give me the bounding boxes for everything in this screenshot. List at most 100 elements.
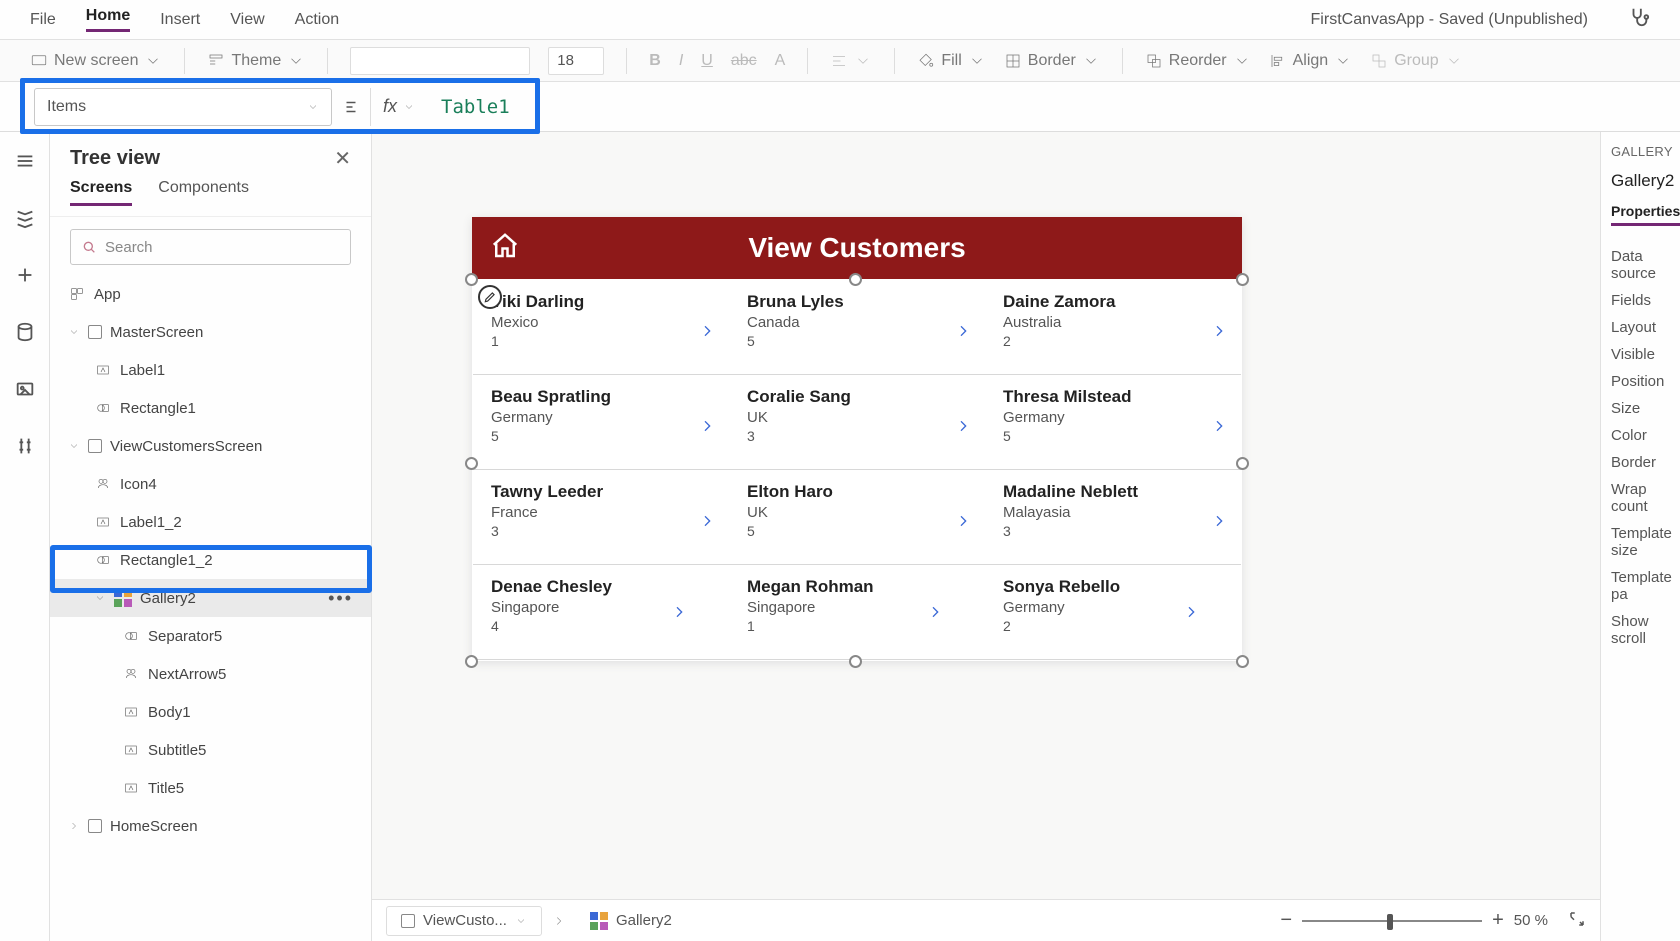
gallery-cell[interactable]: Viki DarlingMexico1 xyxy=(473,280,729,375)
property-dropdown[interactable]: Items xyxy=(34,88,332,126)
tab-properties[interactable]: Properties xyxy=(1611,203,1680,226)
resize-handle[interactable] xyxy=(1236,655,1249,668)
strikethrough-button[interactable]: abc xyxy=(731,52,757,70)
fx-button[interactable]: fx xyxy=(370,88,427,126)
reorder-button[interactable]: Reorder xyxy=(1145,52,1251,70)
props-row[interactable]: Visible xyxy=(1611,336,1670,363)
underline-button[interactable]: U xyxy=(701,52,713,70)
checkbox-icon[interactable] xyxy=(88,325,102,339)
next-arrow-icon[interactable] xyxy=(1211,415,1227,442)
node-gallery2[interactable]: Gallery2 ••• xyxy=(50,579,371,617)
node-label1[interactable]: Label1 xyxy=(50,351,371,389)
menu-file[interactable]: File xyxy=(30,11,56,29)
props-row[interactable]: Layout xyxy=(1611,309,1670,336)
next-arrow-icon[interactable] xyxy=(1211,320,1227,347)
resize-handle[interactable] xyxy=(465,457,478,470)
menu-view[interactable]: View xyxy=(230,11,264,29)
props-row[interactable]: Template size xyxy=(1611,515,1670,559)
font-color-button[interactable]: A xyxy=(775,52,786,70)
gallery-cell[interactable]: Bruna LylesCanada5 xyxy=(729,280,985,375)
next-arrow-icon[interactable] xyxy=(955,415,971,442)
next-arrow-icon[interactable] xyxy=(955,510,971,537)
more-icon[interactable]: ••• xyxy=(328,588,353,609)
node-viewcustomers[interactable]: ViewCustomersScreen xyxy=(50,427,371,465)
node-nextarrow5[interactable]: NextArrow5 xyxy=(50,655,371,693)
gallery-cell[interactable]: Tawny LeederFrance3 xyxy=(473,470,729,565)
node-homescreen[interactable]: HomeScreen xyxy=(50,807,371,845)
node-separator5[interactable]: Separator5 xyxy=(50,617,371,655)
props-row[interactable]: Wrap count xyxy=(1611,471,1670,515)
node-body1[interactable]: Body1 xyxy=(50,693,371,731)
tab-screens[interactable]: Screens xyxy=(70,179,132,206)
props-row[interactable]: Color xyxy=(1611,417,1670,444)
breadcrumb-screen[interactable]: ViewCusto... xyxy=(386,906,542,936)
gallery-cell[interactable]: Sonya RebelloGermany2 xyxy=(985,565,1241,660)
next-arrow-icon[interactable] xyxy=(1183,601,1199,628)
bold-button[interactable]: B xyxy=(649,52,661,70)
next-arrow-icon[interactable] xyxy=(699,510,715,537)
node-app[interactable]: App xyxy=(50,275,371,313)
data-icon[interactable] xyxy=(14,321,36,348)
gallery-cell[interactable]: Megan RohmanSingapore1 xyxy=(729,565,985,660)
node-title5[interactable]: Title5 xyxy=(50,769,371,807)
group-button[interactable]: Group xyxy=(1370,52,1462,70)
node-label1-2[interactable]: Label1_2 xyxy=(50,503,371,541)
media-icon[interactable] xyxy=(14,378,36,405)
props-row[interactable]: Template pa xyxy=(1611,559,1670,603)
formula-input[interactable]: Table1 xyxy=(427,96,510,118)
node-masterscreen[interactable]: MasterScreen xyxy=(50,313,371,351)
gallery-cell[interactable]: Elton HaroUK5 xyxy=(729,470,985,565)
resize-handle[interactable] xyxy=(1236,457,1249,470)
format-text-icon[interactable] xyxy=(342,98,360,116)
gallery-control[interactable]: Viki DarlingMexico1Bruna LylesCanada5Dai… xyxy=(472,279,1242,661)
breadcrumb-control[interactable]: Gallery2 xyxy=(576,906,686,936)
node-icon4[interactable]: Icon4 xyxy=(50,465,371,503)
gallery-cell[interactable]: Coralie SangUK3 xyxy=(729,375,985,470)
tools-icon[interactable] xyxy=(14,435,36,462)
resize-handle[interactable] xyxy=(465,655,478,668)
zoom-in-button[interactable]: + xyxy=(1492,909,1504,932)
hamburger-icon[interactable] xyxy=(14,150,36,177)
resize-handle[interactable] xyxy=(1236,273,1249,286)
menu-action[interactable]: Action xyxy=(295,11,339,29)
close-icon[interactable]: ✕ xyxy=(334,146,351,171)
align-button[interactable]: Align xyxy=(1269,52,1353,70)
design-surface[interactable]: View Customers Viki DarlingMexico1Bruna … xyxy=(472,217,1242,661)
insert-icon[interactable] xyxy=(14,264,36,291)
tab-components[interactable]: Components xyxy=(158,179,249,206)
home-icon[interactable] xyxy=(490,231,520,266)
props-row[interactable]: Position xyxy=(1611,363,1670,390)
node-rectangle1-2[interactable]: Rectangle1_2 xyxy=(50,541,371,579)
gallery-cell[interactable]: Beau SpratlingGermany5 xyxy=(473,375,729,470)
theme-button[interactable]: Theme xyxy=(207,52,305,70)
next-arrow-icon[interactable] xyxy=(927,601,943,628)
gallery-cell[interactable]: Denae ChesleySingapore4 xyxy=(473,565,729,660)
border-button[interactable]: Border xyxy=(1004,52,1100,70)
next-arrow-icon[interactable] xyxy=(671,601,687,628)
new-screen-button[interactable]: New screen xyxy=(30,52,162,70)
props-row[interactable]: Show scroll xyxy=(1611,603,1670,647)
gallery-cell[interactable]: Daine ZamoraAustralia2 xyxy=(985,280,1241,375)
resize-handle[interactable] xyxy=(849,273,862,286)
resize-handle[interactable] xyxy=(849,655,862,668)
diagnostics-icon[interactable] xyxy=(1628,6,1650,33)
font-size-input[interactable]: 18 xyxy=(548,47,604,75)
resize-handle[interactable] xyxy=(465,273,478,286)
menu-home[interactable]: Home xyxy=(86,7,130,32)
next-arrow-icon[interactable] xyxy=(699,415,715,442)
zoom-out-button[interactable]: − xyxy=(1280,909,1292,932)
menu-insert[interactable]: Insert xyxy=(160,11,200,29)
props-row[interactable]: Size xyxy=(1611,390,1670,417)
props-row[interactable]: Fields xyxy=(1611,282,1670,309)
italic-button[interactable]: I xyxy=(679,52,683,70)
gallery-cell[interactable]: Madaline NeblettMalayasia3 xyxy=(985,470,1241,565)
next-arrow-icon[interactable] xyxy=(1211,510,1227,537)
text-align-button[interactable] xyxy=(830,52,872,70)
search-input[interactable]: Search xyxy=(70,229,351,265)
font-family-dropdown[interactable] xyxy=(350,47,530,75)
fill-button[interactable]: Fill xyxy=(917,52,985,70)
zoom-slider[interactable] xyxy=(1302,920,1482,922)
gallery-cell[interactable]: Thresa MilsteadGermany5 xyxy=(985,375,1241,470)
props-row[interactable]: Border xyxy=(1611,444,1670,471)
node-subtitle5[interactable]: Subtitle5 xyxy=(50,731,371,769)
